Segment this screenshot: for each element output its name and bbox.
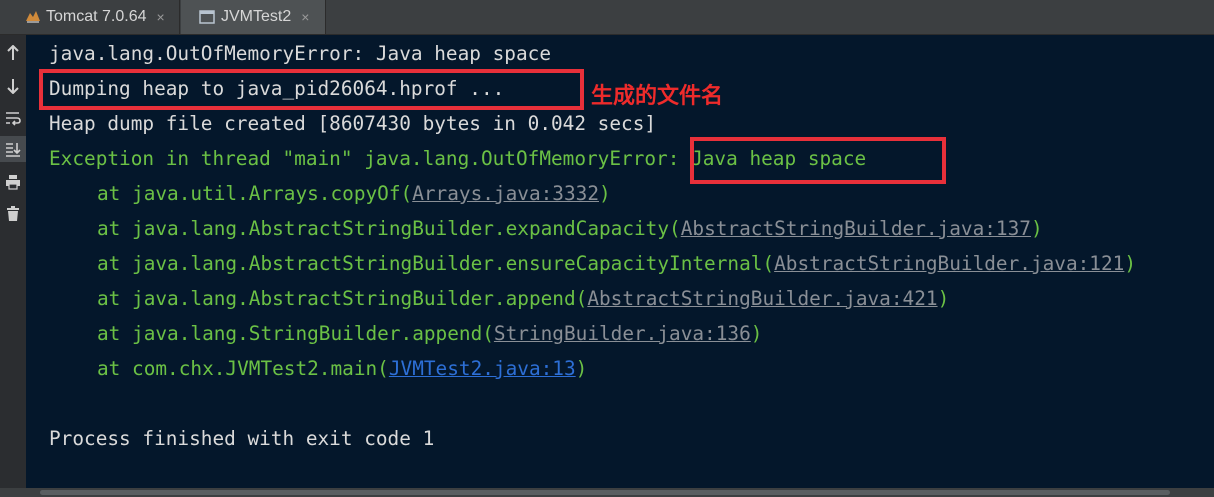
frame-text: at java.lang.AbstractStringBuilder.appen… <box>97 287 588 310</box>
highlight-box-heap-space <box>690 137 946 184</box>
frame-text: at java.util.Arrays.copyOf( <box>97 182 413 205</box>
frame-text: ) <box>750 322 763 345</box>
scrollbar-thumb[interactable] <box>40 490 1170 495</box>
tab-label: JVMTest2 <box>221 8 292 25</box>
console-line: Heap dump file created [8607430 bytes in… <box>49 112 657 135</box>
stack-frame: at java.lang.AbstractStringBuilder.ensur… <box>97 252 1136 276</box>
stack-frame: at java.util.Arrays.copyOf(Arrays.java:3… <box>97 182 611 206</box>
frame-text: at java.lang.AbstractStringBuilder.ensur… <box>97 252 775 275</box>
source-link[interactable]: AbstractStringBuilder.java:137 <box>681 217 1031 240</box>
highlight-box-filename <box>39 69 584 110</box>
source-link[interactable]: AbstractStringBuilder.java:421 <box>587 287 937 310</box>
stack-frame: at java.lang.AbstractStringBuilder.appen… <box>97 287 949 311</box>
frame-text: at com.chx.JVMTest2.main( <box>97 357 389 380</box>
tab-tomcat[interactable]: Tomcat 7.0.64 × <box>0 0 180 34</box>
scroll-to-end-icon[interactable] <box>0 136 26 162</box>
scroll-up-icon[interactable] <box>0 40 26 66</box>
frame-text: at java.lang.AbstractStringBuilder.expan… <box>97 217 681 240</box>
frame-text: ) <box>1030 217 1043 240</box>
stack-frame: at java.lang.StringBuilder.append(String… <box>97 322 762 346</box>
source-link[interactable]: StringBuilder.java:136 <box>494 322 751 345</box>
clear-all-icon[interactable] <box>0 201 26 227</box>
stack-frame: at java.lang.AbstractStringBuilder.expan… <box>97 217 1043 241</box>
tab-label: Tomcat 7.0.64 <box>46 8 147 25</box>
annotation-label: 生成的文件名 <box>591 84 724 109</box>
console-toolbar <box>0 35 26 488</box>
frame-text: at java.lang.StringBuilder.append( <box>97 322 494 345</box>
source-link[interactable]: AbstractStringBuilder.java:121 <box>774 252 1124 275</box>
console-line: java.lang.OutOfMemoryError: Java heap sp… <box>49 42 551 65</box>
print-icon[interactable] <box>0 169 26 195</box>
soft-wrap-icon[interactable] <box>0 105 26 131</box>
tab-jvmtest2[interactable]: JVMTest2 × <box>181 0 326 34</box>
close-icon[interactable]: × <box>157 9 165 25</box>
frame-text: ) <box>599 182 611 205</box>
tab-bar: Tomcat 7.0.64 × JVMTest2 × <box>0 0 1214 35</box>
close-icon[interactable]: × <box>301 9 309 25</box>
source-link[interactable]: Arrays.java:3332 <box>412 182 599 205</box>
horizontal-scrollbar[interactable] <box>0 488 1214 497</box>
run-config-icon <box>199 9 215 25</box>
frame-text: ) <box>1124 252 1137 275</box>
exit-line: Process finished with exit code 1 <box>49 427 435 450</box>
source-link[interactable]: JVMTest2.java:13 <box>389 357 576 380</box>
frame-text: ) <box>937 287 950 310</box>
frame-text: ) <box>575 357 588 380</box>
tomcat-icon <box>24 9 40 25</box>
stack-frame: at com.chx.JVMTest2.main(JVMTest2.java:1… <box>97 357 587 381</box>
scroll-down-icon[interactable] <box>0 73 26 99</box>
